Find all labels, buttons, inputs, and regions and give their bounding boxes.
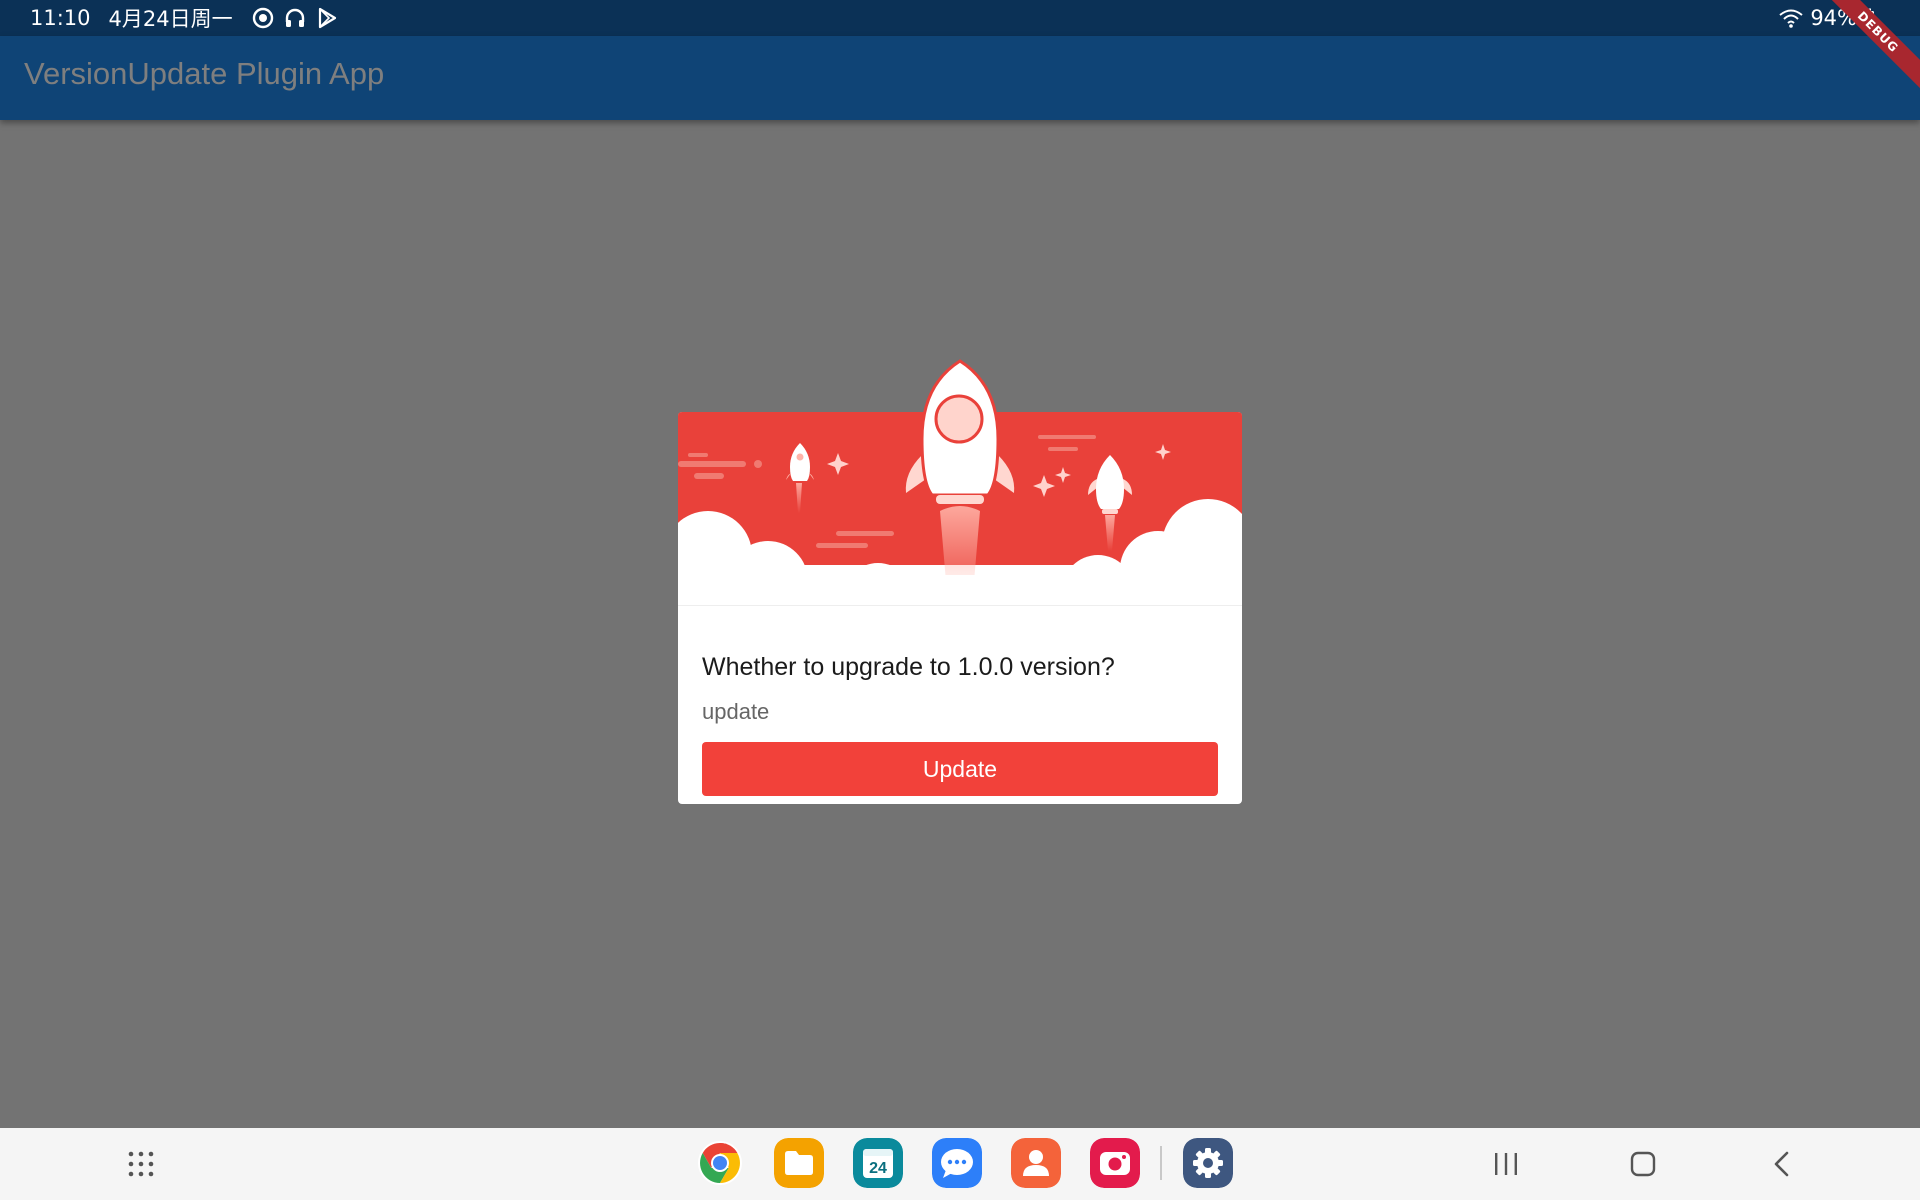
calendar-day: 24 [869,1160,887,1177]
status-bar: 11:10 4月24日周一 94% [0,0,1920,36]
settings-icon[interactable] [1183,1138,1233,1188]
dialog-message: update [702,699,770,724]
rocket-header-illustration [678,359,1242,617]
status-date: 4月24日周一 [108,7,233,31]
messages-icon[interactable] [932,1138,982,1188]
calendar-icon[interactable]: 24 [853,1138,903,1188]
wifi-icon [1779,9,1803,28]
contacts-icon[interactable] [1011,1138,1061,1188]
dialog-title: Whether to upgrade to 1.0.0 version? [702,653,1115,681]
back-icon[interactable] [1770,1150,1794,1178]
files-icon[interactable] [774,1138,824,1188]
home-icon[interactable] [1629,1150,1657,1178]
chrome-icon[interactable] [695,1138,745,1188]
app-title: VersionUpdate Plugin App [24,56,385,91]
camera-icon[interactable] [1090,1138,1140,1188]
headphones-icon [285,8,304,27]
update-button[interactable]: Update [702,742,1218,796]
dock-separator [1160,1146,1162,1180]
status-time: 11:10 [30,6,91,30]
apps-grid-icon[interactable] [127,1150,155,1178]
sync-icon [252,7,273,29]
recents-icon[interactable] [1492,1151,1520,1177]
play-store-icon [318,7,336,29]
app-bar: VersionUpdate Plugin App [0,36,1920,120]
